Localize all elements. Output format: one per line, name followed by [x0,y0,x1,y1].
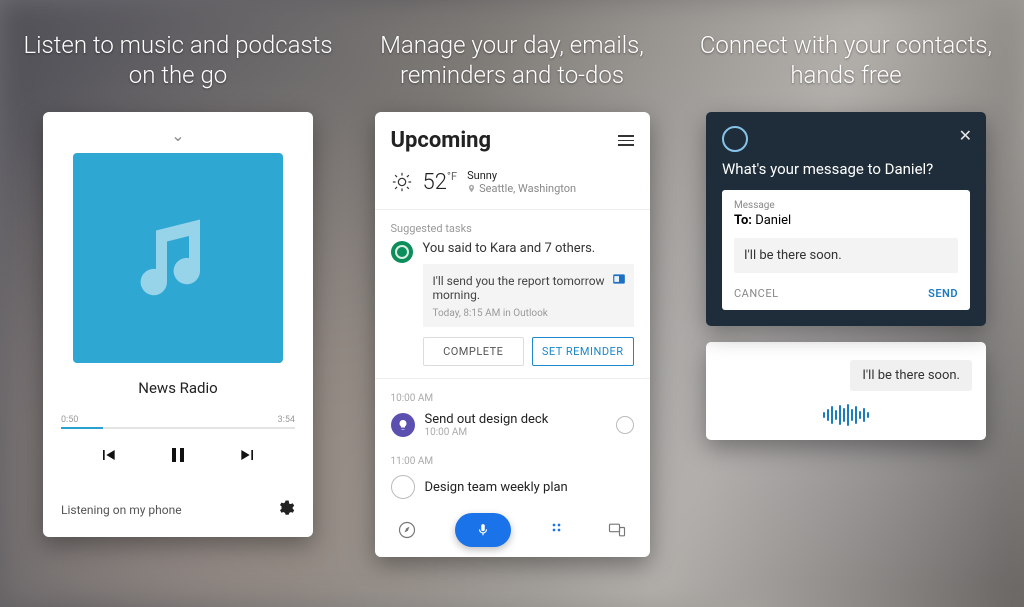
complete-button[interactable]: COMPLETE [423,337,525,366]
suggestion-badge-icon [391,241,413,263]
conversation-card: I'll be there soon. [706,342,986,440]
send-button[interactable]: SEND [928,287,958,300]
event-title: Design team weekly plan [425,480,634,495]
suggested-tasks-label: Suggested tasks [375,212,650,241]
suggestion-body: I'll send you the report tomorrow mornin… [433,274,605,302]
cortana-logo-icon [722,126,748,152]
music-card: ⌄ News Radio 0:50 3:54 Listening on my p… [43,112,313,537]
chevron-down-icon[interactable]: ⌄ [171,126,184,145]
time-total: 3:54 [278,415,295,425]
apps-icon[interactable] [549,520,569,540]
weather-unit: °F [447,170,457,183]
time-row: 0:50 3:54 [61,415,295,425]
next-button[interactable] [238,445,258,469]
menu-icon[interactable] [618,135,634,146]
lightbulb-icon [391,413,415,437]
time-slot-label: 11:00 AM [375,444,650,471]
event-item[interactable]: Design team weekly plan [375,471,650,501]
event-checkbox[interactable] [616,416,634,434]
compose-box: Message To: Daniel I'll be there soon. C… [722,190,970,310]
location-pin-icon [467,184,476,193]
outlook-icon [612,272,626,286]
weather-condition: Sunny [467,169,576,182]
music-headline: Listen to music and podcasts on the go [18,30,338,90]
upcoming-headline: Manage your day, emails, reminders and t… [352,30,672,90]
chat-bubble: I'll be there soon. [850,360,972,391]
event-item[interactable]: Send out design deck 10:00 AM [375,408,650,444]
weather-row[interactable]: 52°F Sunny Seattle, Washington [375,163,650,207]
calendar-dot-icon [391,475,415,499]
suggestion-title: You said to Kara and 7 others. [423,241,634,256]
mic-button[interactable] [455,513,511,547]
gear-icon[interactable] [277,499,295,521]
devices-icon[interactable] [607,520,627,540]
compose-panel: Connect with your contacts, hands free ✕… [686,0,1006,607]
upcoming-title: Upcoming [391,128,492,153]
playback-device-label: Listening on my phone [61,503,182,517]
music-panel: Listen to music and podcasts on the go ⌄… [18,0,338,607]
compose-message[interactable]: I'll be there soon. [734,238,958,273]
track-title: News Radio [138,379,217,397]
bottom-nav [375,501,650,557]
set-reminder-button[interactable]: SET REMINDER [532,337,634,366]
event-title: Send out design deck [425,412,606,427]
progress-bar[interactable] [61,427,295,429]
previous-button[interactable] [98,445,118,469]
time-elapsed: 0:50 [61,415,78,425]
compose-to: To: Daniel [734,213,958,228]
event-subtitle: 10:00 AM [425,427,606,438]
compose-headline: Connect with your contacts, hands free [686,30,1006,90]
sun-icon [391,171,413,193]
compose-label: Message [734,200,958,211]
time-slot-label: 10:00 AM [375,381,650,408]
cortana-prompt: What's your message to Daniel? [722,160,970,180]
pause-button[interactable] [166,443,190,471]
cortana-prompt-card: ✕ What's your message to Daniel? Message… [706,112,986,326]
weather-temp: 52 [423,170,447,195]
upcoming-card: Upcoming 52°F Sunny Seattle, Washington … [375,112,650,557]
cancel-button[interactable]: CANCEL [734,287,779,300]
voice-waveform-icon[interactable] [720,404,972,426]
album-art[interactable] [73,153,283,363]
suggested-task: You said to Kara and 7 others. I'll send… [375,241,650,366]
upcoming-panel: Manage your day, emails, reminders and t… [352,0,672,607]
close-icon[interactable]: ✕ [959,126,972,145]
compass-icon[interactable] [397,520,417,540]
suggestion-snippet[interactable]: I'll send you the report tomorrow mornin… [423,264,634,327]
suggestion-meta: Today, 8:15 AM in Outlook [433,308,624,319]
music-note-icon [123,203,233,313]
playback-controls [98,443,258,471]
weather-location: Seattle, Washington [479,182,576,195]
